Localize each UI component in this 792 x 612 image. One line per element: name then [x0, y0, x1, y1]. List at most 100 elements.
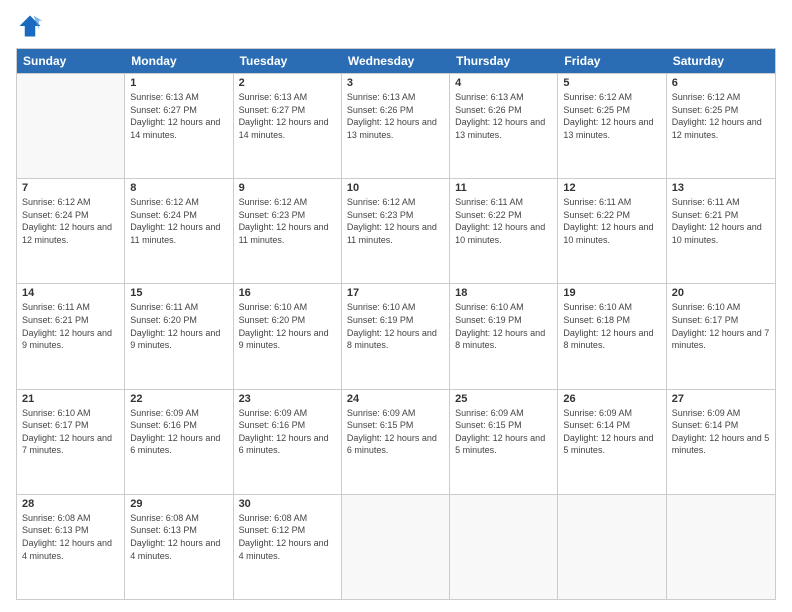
day-info: Sunrise: 6:08 AM Sunset: 6:13 PM Dayligh… — [22, 512, 119, 562]
day-info: Sunrise: 6:11 AM Sunset: 6:22 PM Dayligh… — [563, 196, 660, 246]
day-number: 30 — [239, 498, 336, 510]
calendar-header: SundayMondayTuesdayWednesdayThursdayFrid… — [17, 49, 775, 73]
day-number: 8 — [130, 182, 227, 194]
logo-icon — [16, 12, 44, 40]
day-number: 20 — [672, 287, 770, 299]
day-number: 24 — [347, 393, 444, 405]
calendar-cell: 30 Sunrise: 6:08 AM Sunset: 6:12 PM Dayli… — [234, 495, 342, 599]
calendar-cell: 2 Sunrise: 6:13 AM Sunset: 6:27 PM Daylig… — [234, 74, 342, 178]
day-number: 18 — [455, 287, 552, 299]
day-number: 3 — [347, 77, 444, 89]
day-info: Sunrise: 6:10 AM Sunset: 6:18 PM Dayligh… — [563, 301, 660, 351]
calendar-cell: 29 Sunrise: 6:08 AM Sunset: 6:13 PM Dayli… — [125, 495, 233, 599]
day-number: 2 — [239, 77, 336, 89]
calendar-cell: 17 Sunrise: 6:10 AM Sunset: 6:19 PM Dayli… — [342, 284, 450, 388]
day-number: 4 — [455, 77, 552, 89]
calendar-cell — [17, 74, 125, 178]
day-info: Sunrise: 6:08 AM Sunset: 6:12 PM Dayligh… — [239, 512, 336, 562]
day-number: 6 — [672, 77, 770, 89]
day-number: 16 — [239, 287, 336, 299]
day-info: Sunrise: 6:13 AM Sunset: 6:26 PM Dayligh… — [455, 91, 552, 141]
calendar-cell: 28 Sunrise: 6:08 AM Sunset: 6:13 PM Dayli… — [17, 495, 125, 599]
calendar-cell: 23 Sunrise: 6:09 AM Sunset: 6:16 PM Dayli… — [234, 390, 342, 494]
calendar-row: 14 Sunrise: 6:11 AM Sunset: 6:21 PM Dayli… — [17, 283, 775, 388]
calendar-cell: 24 Sunrise: 6:09 AM Sunset: 6:15 PM Dayli… — [342, 390, 450, 494]
day-number: 9 — [239, 182, 336, 194]
calendar-cell: 1 Sunrise: 6:13 AM Sunset: 6:27 PM Daylig… — [125, 74, 233, 178]
calendar: SundayMondayTuesdayWednesdayThursdayFrid… — [16, 48, 776, 600]
calendar-cell: 3 Sunrise: 6:13 AM Sunset: 6:26 PM Daylig… — [342, 74, 450, 178]
day-number: 29 — [130, 498, 227, 510]
calendar-cell — [667, 495, 775, 599]
calendar-cell: 25 Sunrise: 6:09 AM Sunset: 6:15 PM Dayli… — [450, 390, 558, 494]
calendar-header-cell: Thursday — [450, 49, 558, 73]
calendar-header-cell: Sunday — [17, 49, 125, 73]
day-info: Sunrise: 6:12 AM Sunset: 6:23 PM Dayligh… — [239, 196, 336, 246]
day-info: Sunrise: 6:13 AM Sunset: 6:26 PM Dayligh… — [347, 91, 444, 141]
calendar-row: 1 Sunrise: 6:13 AM Sunset: 6:27 PM Daylig… — [17, 73, 775, 178]
header — [16, 12, 776, 40]
day-number: 13 — [672, 182, 770, 194]
day-number: 23 — [239, 393, 336, 405]
day-info: Sunrise: 6:09 AM Sunset: 6:16 PM Dayligh… — [239, 407, 336, 457]
day-info: Sunrise: 6:10 AM Sunset: 6:19 PM Dayligh… — [455, 301, 552, 351]
day-number: 25 — [455, 393, 552, 405]
calendar-cell: 26 Sunrise: 6:09 AM Sunset: 6:14 PM Dayli… — [558, 390, 666, 494]
day-info: Sunrise: 6:13 AM Sunset: 6:27 PM Dayligh… — [130, 91, 227, 141]
calendar-cell: 21 Sunrise: 6:10 AM Sunset: 6:17 PM Dayli… — [17, 390, 125, 494]
calendar-cell: 13 Sunrise: 6:11 AM Sunset: 6:21 PM Dayli… — [667, 179, 775, 283]
day-number: 21 — [22, 393, 119, 405]
calendar-body: 1 Sunrise: 6:13 AM Sunset: 6:27 PM Daylig… — [17, 73, 775, 599]
calendar-header-cell: Wednesday — [342, 49, 450, 73]
calendar-cell: 22 Sunrise: 6:09 AM Sunset: 6:16 PM Dayli… — [125, 390, 233, 494]
day-number: 10 — [347, 182, 444, 194]
calendar-cell: 10Sunrise: 6:12 AM Sunset: 6:23 PM Dayli… — [342, 179, 450, 283]
calendar-cell: 20 Sunrise: 6:10 AM Sunset: 6:17 PM Dayli… — [667, 284, 775, 388]
day-info: Sunrise: 6:09 AM Sunset: 6:14 PM Dayligh… — [672, 407, 770, 457]
day-number: 22 — [130, 393, 227, 405]
day-info: Sunrise: 6:09 AM Sunset: 6:15 PM Dayligh… — [455, 407, 552, 457]
calendar-cell: 27 Sunrise: 6:09 AM Sunset: 6:14 PM Dayli… — [667, 390, 775, 494]
day-number: 15 — [130, 287, 227, 299]
day-info: Sunrise: 6:12 AM Sunset: 6:25 PM Dayligh… — [672, 91, 770, 141]
day-number: 27 — [672, 393, 770, 405]
day-info: Sunrise: 6:11 AM Sunset: 6:22 PM Dayligh… — [455, 196, 552, 246]
day-info: Sunrise: 6:10 AM Sunset: 6:19 PM Dayligh… — [347, 301, 444, 351]
calendar-row: 21 Sunrise: 6:10 AM Sunset: 6:17 PM Dayli… — [17, 389, 775, 494]
calendar-header-cell: Friday — [558, 49, 666, 73]
day-info: Sunrise: 6:09 AM Sunset: 6:15 PM Dayligh… — [347, 407, 444, 457]
calendar-cell — [342, 495, 450, 599]
calendar-row: 7 Sunrise: 6:12 AM Sunset: 6:24 PM Daylig… — [17, 178, 775, 283]
calendar-cell: 14 Sunrise: 6:11 AM Sunset: 6:21 PM Dayli… — [17, 284, 125, 388]
calendar-cell: 6 Sunrise: 6:12 AM Sunset: 6:25 PM Daylig… — [667, 74, 775, 178]
day-number: 7 — [22, 182, 119, 194]
page: SundayMondayTuesdayWednesdayThursdayFrid… — [0, 0, 792, 612]
day-info: Sunrise: 6:12 AM Sunset: 6:24 PM Dayligh… — [130, 196, 227, 246]
day-info: Sunrise: 6:12 AM Sunset: 6:25 PM Dayligh… — [563, 91, 660, 141]
day-info: Sunrise: 6:10 AM Sunset: 6:17 PM Dayligh… — [672, 301, 770, 351]
calendar-cell — [450, 495, 558, 599]
day-number: 14 — [22, 287, 119, 299]
day-info: Sunrise: 6:09 AM Sunset: 6:14 PM Dayligh… — [563, 407, 660, 457]
day-info: Sunrise: 6:11 AM Sunset: 6:20 PM Dayligh… — [130, 301, 227, 351]
day-info: Sunrise: 6:11 AM Sunset: 6:21 PM Dayligh… — [22, 301, 119, 351]
calendar-cell: 11 Sunrise: 6:11 AM Sunset: 6:22 PM Dayli… — [450, 179, 558, 283]
day-number: 28 — [22, 498, 119, 510]
day-number: 11 — [455, 182, 552, 194]
calendar-cell: 8 Sunrise: 6:12 AM Sunset: 6:24 PM Daylig… — [125, 179, 233, 283]
day-number: 5 — [563, 77, 660, 89]
calendar-cell: 12Sunrise: 6:11 AM Sunset: 6:22 PM Dayli… — [558, 179, 666, 283]
day-info: Sunrise: 6:08 AM Sunset: 6:13 PM Dayligh… — [130, 512, 227, 562]
day-number: 26 — [563, 393, 660, 405]
calendar-cell: 9 Sunrise: 6:12 AM Sunset: 6:23 PM Daylig… — [234, 179, 342, 283]
day-info: Sunrise: 6:09 AM Sunset: 6:16 PM Dayligh… — [130, 407, 227, 457]
day-number: 17 — [347, 287, 444, 299]
day-info: Sunrise: 6:11 AM Sunset: 6:21 PM Dayligh… — [672, 196, 770, 246]
day-number: 1 — [130, 77, 227, 89]
day-number: 19 — [563, 287, 660, 299]
day-info: Sunrise: 6:13 AM Sunset: 6:27 PM Dayligh… — [239, 91, 336, 141]
day-info: Sunrise: 6:10 AM Sunset: 6:17 PM Dayligh… — [22, 407, 119, 457]
calendar-cell: 15 Sunrise: 6:11 AM Sunset: 6:20 PM Dayli… — [125, 284, 233, 388]
calendar-cell: 7Sunrise: 6:12 AM Sunset: 6:24 PM Daylig… — [17, 179, 125, 283]
calendar-cell: 19 Sunrise: 6:10 AM Sunset: 6:18 PM Dayli… — [558, 284, 666, 388]
